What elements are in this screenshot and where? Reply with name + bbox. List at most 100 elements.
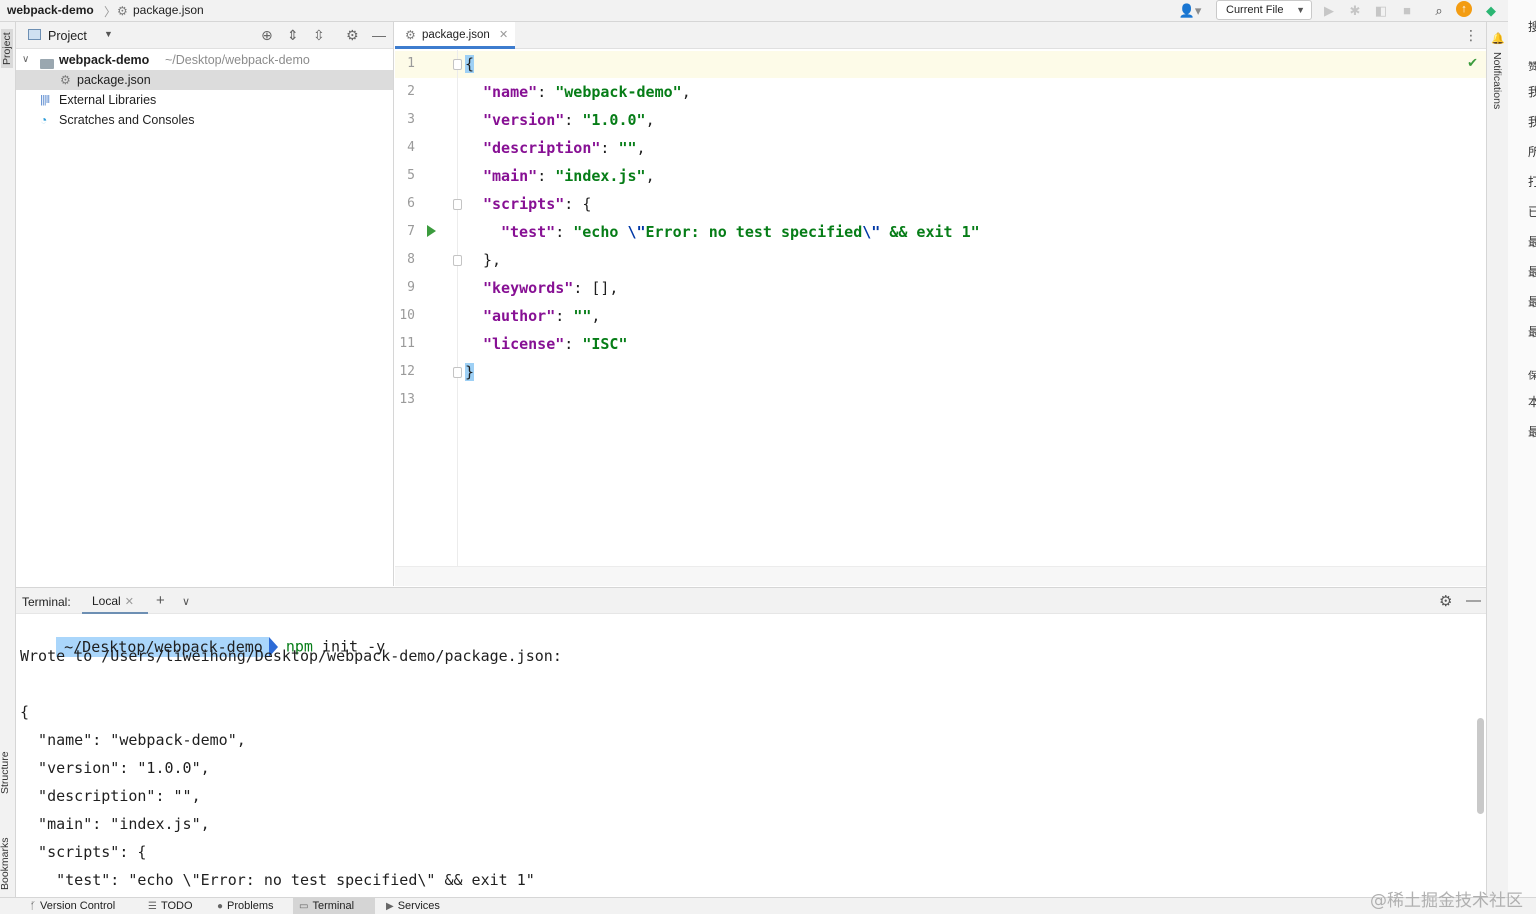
notifications-tool-button[interactable]: Notifications	[1491, 52, 1503, 109]
project-tool-button[interactable]: Project	[1, 29, 13, 68]
breadcrumb-project[interactable]: webpack-demo	[7, 3, 94, 17]
problems-button[interactable]: ● Problems	[211, 898, 280, 914]
status-item-label: Terminal	[312, 900, 355, 912]
fold-marker-icon[interactable]	[453, 59, 462, 70]
json-punct: ,	[645, 111, 655, 129]
side-text-glyph: 我	[1528, 85, 1536, 99]
list-icon: ☰	[148, 901, 157, 912]
terminal-output-line: Wrote to /Users/liweihong/Desktop/webpac…	[20, 647, 562, 665]
json-colon: :	[555, 223, 574, 241]
json-string: "index.js"	[555, 167, 646, 185]
left-tool-stripe: Project Structure Bookmarks	[0, 22, 16, 897]
todo-button[interactable]: ☰ TODO	[142, 898, 199, 914]
tree-item-external-libraries[interactable]: |||‖ External Libraries	[16, 90, 393, 110]
new-terminal-icon[interactable]: +	[156, 592, 165, 609]
terminal-tab-local[interactable]: Local ✕	[82, 588, 148, 614]
gear-icon[interactable]: ⚙	[346, 27, 359, 44]
terminal-output-line: "main": "index.js",	[20, 815, 210, 833]
terminal-output-line: "test": "echo \"Error: no test specified…	[20, 871, 535, 889]
project-view-icon	[28, 29, 41, 40]
side-text-glyph: 保	[1528, 371, 1536, 382]
tree-item-package-json[interactable]: ⚙ package.json	[16, 70, 393, 90]
bell-icon[interactable]: 🔔	[1491, 32, 1505, 45]
more-options-icon[interactable]: ⋮	[1464, 27, 1478, 44]
chevron-down-icon[interactable]: ▼	[104, 29, 113, 39]
run-config-selector[interactable]: Current File ▼	[1216, 0, 1312, 20]
json-key: "keywords"	[483, 279, 574, 297]
search-icon[interactable]: ⌕	[1430, 2, 1448, 20]
line-number: 13	[399, 392, 415, 407]
code-line: "description": "",	[483, 139, 646, 157]
json-string: "webpack-demo"	[555, 83, 682, 101]
json-key: "main"	[483, 167, 538, 185]
hide-panel-icon[interactable]: —	[1466, 592, 1481, 609]
run-icon[interactable]: ▶	[1320, 2, 1338, 20]
tree-item-label: webpack-demo	[59, 53, 150, 67]
tree-item-scratches[interactable]: ◔ Scratches and Consoles	[16, 110, 393, 130]
terminal-icon: ▭	[299, 901, 309, 912]
bookmarks-tool-button[interactable]: Bookmarks	[0, 837, 11, 890]
version-control-button[interactable]: ᚶ Version Control	[24, 898, 121, 914]
status-item-label: TODO	[160, 900, 193, 912]
chevron-down-icon[interactable]: ∨	[182, 595, 190, 608]
json-string: ""	[618, 139, 637, 157]
terminal-scrollbar[interactable]	[1477, 718, 1484, 814]
inspection-ok-icon[interactable]: ✔	[1467, 55, 1478, 71]
side-text-glyph: 最	[1528, 235, 1536, 249]
close-icon[interactable]: ✕	[499, 22, 508, 48]
fold-marker-icon[interactable]	[453, 367, 462, 378]
user-account-icon[interactable]: 👤▾	[1176, 2, 1204, 20]
json-string: "echo	[573, 223, 628, 241]
expand-all-icon[interactable]: ⇕	[287, 27, 299, 44]
fold-marker-icon[interactable]	[453, 199, 462, 210]
coverage-icon[interactable]: ◧	[1372, 2, 1390, 20]
json-colon: :	[573, 279, 592, 297]
run-config-label: Current File	[1226, 4, 1284, 16]
chevron-down-icon[interactable]: ∨	[22, 50, 29, 70]
terminal-output-line: {	[20, 703, 30, 721]
tree-item-project-root[interactable]: ∨ webpack-demo ~/Desktop/webpack-demo	[16, 50, 393, 70]
gear-icon[interactable]: ⚙	[1439, 592, 1452, 610]
editor-tab-bar: ⚙ package.json ✕ ⋮	[395, 22, 1486, 49]
status-item-label: Version Control	[40, 900, 116, 912]
services-button[interactable]: ▶ Services	[380, 898, 446, 914]
close-icon[interactable]: ✕	[125, 596, 134, 608]
json-string: "1.0.0"	[582, 111, 646, 129]
right-tool-stripe: 🔔 Notifications	[1486, 22, 1508, 897]
stop-icon[interactable]: ■	[1398, 2, 1416, 20]
breadcrumb-file[interactable]: package.json	[133, 3, 204, 17]
status-bar: ᚶ Version Control ☰ TODO ● Problems ▭ Termin…	[0, 897, 1536, 914]
json-colon: :	[555, 307, 574, 325]
code-line: "main": "index.js",	[483, 167, 655, 185]
json-key: "author"	[483, 307, 556, 325]
terminal-header: Terminal: Local ✕ + ∨ ⚙ —	[16, 587, 1486, 614]
line-number: 8	[407, 252, 415, 267]
editor-horizontal-scrollbar[interactable]	[395, 566, 1486, 586]
code-editor[interactable]: 1 2 3 4 5 6 7 8 9 10 11 12 13 {"name": "webpack-demo…	[395, 50, 1486, 586]
project-panel-title[interactable]: Project	[48, 29, 87, 43]
ide-logo-icon[interactable]: ◆	[1482, 2, 1500, 20]
services-icon: ▶	[386, 901, 394, 912]
json-file-icon: ⚙	[117, 4, 128, 18]
terminal-button[interactable]: ▭ Terminal	[293, 898, 375, 914]
tree-item-path: ~/Desktop/webpack-demo	[165, 53, 310, 67]
line-number: 6	[407, 196, 415, 211]
collapse-all-icon[interactable]: ⇳	[313, 27, 325, 44]
update-icon[interactable]: ↑	[1456, 1, 1472, 17]
hide-panel-icon[interactable]: —	[372, 27, 386, 43]
json-key: "description"	[483, 139, 601, 157]
locate-file-icon[interactable]: ⊕	[261, 27, 273, 44]
fold-marker-icon[interactable]	[453, 255, 462, 266]
structure-tool-button[interactable]: Structure	[0, 751, 11, 794]
terminal-output-line: "version": "1.0.0",	[20, 759, 210, 777]
run-script-icon[interactable]	[427, 225, 436, 237]
debug-icon[interactable]: ✱	[1346, 2, 1364, 20]
json-key: "license"	[483, 335, 565, 353]
json-punct: {	[582, 195, 592, 213]
code-line: }	[465, 363, 475, 381]
side-text-glyph: 我	[1528, 115, 1536, 129]
tab-package-json[interactable]: ⚙ package.json ✕	[395, 22, 515, 49]
json-file-icon: ⚙	[405, 28, 416, 42]
json-colon: :	[564, 195, 583, 213]
terminal-output[interactable]: ~/Desktop/webpack-demo npm init -y Wrote …	[16, 614, 1486, 897]
